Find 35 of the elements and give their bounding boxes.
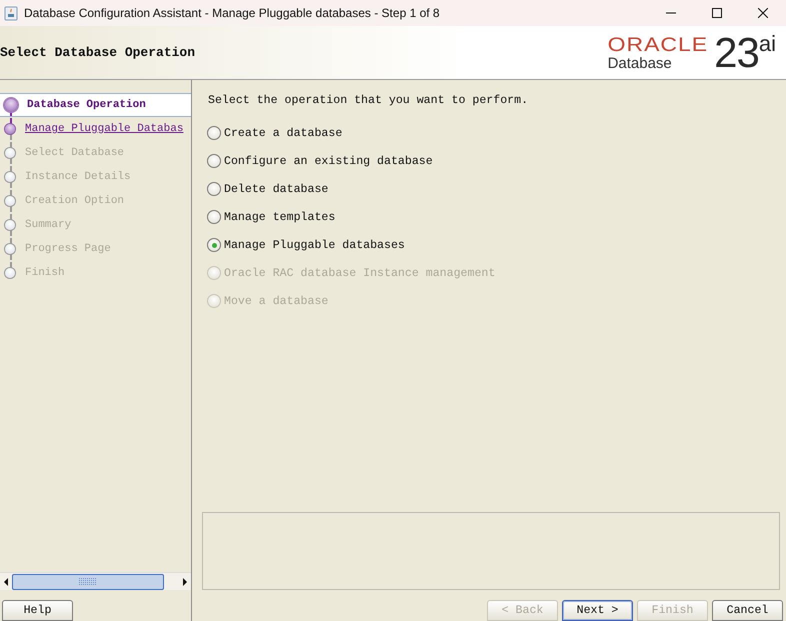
option-label[interactable]: Manage Pluggable databases — [224, 238, 405, 252]
close-icon[interactable] — [758, 8, 768, 18]
scroll-right-icon[interactable] — [182, 578, 188, 586]
default-button[interactable]: Next > — [562, 600, 633, 621]
radio-button[interactable] — [207, 238, 221, 252]
horizontal-scrollbar[interactable] — [0, 572, 191, 590]
step-label: Instance Details — [25, 171, 131, 183]
step-label: Summary — [25, 219, 72, 231]
option-label[interactable]: Manage templates — [224, 210, 336, 224]
scroll-left-icon[interactable] — [3, 578, 9, 586]
logo-suffix: ai — [758, 32, 776, 56]
radio-button[interactable] — [207, 182, 221, 196]
scrollbar-thumb[interactable] — [12, 574, 164, 590]
help-button[interactable]: Help — [2, 600, 73, 621]
radio-button[interactable] — [207, 210, 221, 224]
option-label[interactable]: Create a database — [224, 126, 342, 140]
option-label[interactable]: Configure an existing database — [224, 154, 433, 168]
logo-version: 23 — [714, 32, 759, 74]
logo-brand: ORACLE — [608, 34, 708, 54]
step-link[interactable]: Manage Pluggable Databas — [25, 123, 184, 135]
step-label: Finish — [25, 267, 65, 279]
option-label[interactable]: Delete database — [224, 182, 328, 196]
radio-button[interactable] — [207, 154, 221, 168]
step-label: Database Operation — [27, 99, 146, 111]
grip-icon — [79, 578, 97, 586]
radio-button[interactable] — [207, 126, 221, 140]
step-label: Progress Page — [25, 243, 111, 255]
window-title: Database Configuration Assistant - Manage Pluggable databases - Step 1 of 8 — [24, 6, 441, 20]
logo-product: Database — [608, 55, 673, 72]
page-title: Select Database Operation — [0, 45, 196, 60]
step-label: Select Database — [25, 147, 124, 159]
step-label: Creation Option — [25, 195, 124, 207]
maximize-icon[interactable] — [712, 8, 722, 18]
dialog-button[interactable]: Cancel — [712, 600, 783, 621]
instruction-text: Select the operation that you want to perform. — [208, 94, 530, 107]
